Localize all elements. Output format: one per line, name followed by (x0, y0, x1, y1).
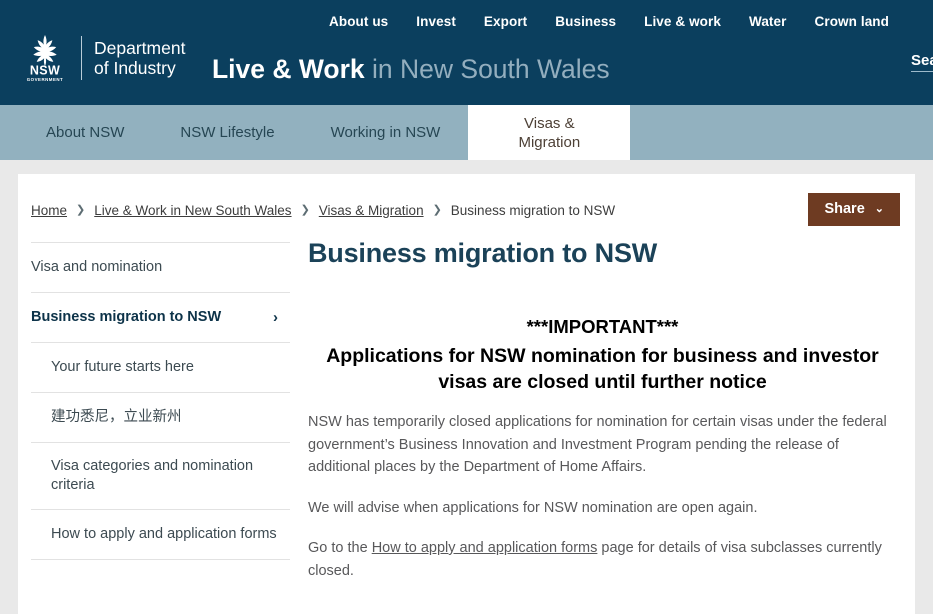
utility-nav-item-live-work[interactable]: Live & work (644, 14, 721, 29)
sidebar-item-visa-and-nomination[interactable]: Visa and nomination (31, 242, 290, 292)
sidebar-item-label: Visa and nomination (31, 259, 163, 275)
sidebar-item-chinese-page[interactable]: 建功悉尼，立业新州 (31, 392, 290, 442)
important-notice: ***IMPORTANT*** Applications for NSW nom… (308, 316, 897, 395)
sidebar-item-label: How to apply and application forms (51, 526, 277, 542)
content-card: Home ❯ Live & Work in New South Wales ❯ … (18, 174, 915, 614)
utility-nav-item-water[interactable]: Water (749, 14, 787, 29)
sidebar-item-label: 建功悉尼，立业新州 (51, 409, 182, 425)
sidebar-item-partial-cutoff[interactable] (31, 559, 290, 609)
share-button[interactable]: Share ⌄ (808, 193, 900, 226)
body-grid: Visa and nomination Business migration t… (18, 238, 915, 609)
how-to-apply-link[interactable]: How to apply and application forms (372, 540, 598, 556)
breadcrumb-item-visas-migration[interactable]: Visas & Migration (319, 203, 424, 218)
utility-nav: About us Invest Export Business Live & w… (329, 14, 889, 29)
chevron-down-icon: ⌄ (874, 202, 884, 215)
breadcrumb-separator-icon: ❯ (300, 204, 310, 216)
paragraph-advise: We will advise when applications for NSW… (308, 499, 758, 516)
nav-tab-working-in-nsw[interactable]: Working in NSW (303, 105, 469, 160)
chevron-right-icon: › (273, 309, 278, 326)
sidebar-item-label: Business migration to NSW (31, 309, 222, 325)
sidebar-item-how-to-apply-and-application-forms[interactable]: How to apply and application forms (31, 509, 290, 559)
sidebar-item-label: Visa categories and nomination criteria (51, 458, 254, 493)
breadcrumb-separator-icon: ❯ (76, 204, 86, 216)
utility-nav-item-about-us[interactable]: About us (329, 14, 388, 29)
site-header: About us Invest Export Business Live & w… (0, 0, 933, 103)
breadcrumb-separator-icon: ❯ (432, 204, 442, 216)
paragraph-go-to-prefix: Go to the (308, 540, 372, 556)
svg-text:NSW: NSW (30, 64, 60, 78)
site-title-light: in New South Wales (364, 54, 610, 84)
paragraph-closure-details: NSW has temporarily closed applications … (308, 414, 887, 475)
svg-text:GOVERNMENT: GOVERNMENT (27, 77, 63, 82)
nav-tab-about-nsw[interactable]: About NSW (18, 105, 152, 160)
utility-nav-item-invest[interactable]: Invest (416, 14, 456, 29)
nsw-waratah-logo-icon: NSW GOVERNMENT (27, 35, 63, 82)
sidebar-item-business-migration-to-nsw[interactable]: Business migration to NSW › (31, 292, 290, 342)
page-title: Business migration to NSW (308, 238, 658, 268)
sidebar-navigation: Visa and nomination Business migration t… (18, 242, 290, 609)
utility-nav-item-export[interactable]: Export (484, 14, 527, 29)
share-button-label: Share (824, 201, 865, 217)
breadcrumb-item-live-work[interactable]: Live & Work in New South Wales (94, 203, 291, 218)
sidebar-item-your-future-starts-here[interactable]: Your future starts here (31, 342, 290, 392)
notice-body: Applications for NSW nomination for busi… (326, 345, 879, 393)
breadcrumb-item-current: Business migration to NSW (450, 203, 616, 218)
nav-tab-nsw-lifestyle[interactable]: NSW Lifestyle (152, 105, 302, 160)
breadcrumb-item-home[interactable]: Home (31, 203, 67, 218)
utility-nav-item-crown-land[interactable]: Crown land (815, 14, 890, 29)
main-navigation: About NSW NSW Lifestyle Working in NSW V… (0, 103, 933, 160)
department-name: Department of Industry (94, 38, 186, 78)
paragraph-go-to-link: Go to the How to apply and application f… (308, 537, 897, 582)
search-link[interactable]: Search (911, 52, 933, 82)
sidebar-item-label: Your future starts here (51, 359, 194, 375)
main-content: Business migration to NSW ***IMPORTANT**… (290, 238, 915, 609)
notice-heading: ***IMPORTANT*** (526, 316, 679, 337)
search-label: Search (911, 52, 933, 72)
brand-divider (81, 36, 82, 80)
site-title-bold: Live & Work (212, 54, 365, 84)
utility-nav-item-business[interactable]: Business (555, 14, 616, 29)
breadcrumb: Home ❯ Live & Work in New South Wales ❯ … (31, 203, 615, 218)
brand-logo[interactable]: NSW GOVERNMENT Department of Industry (17, 33, 185, 83)
nav-tab-visas-migration[interactable]: Visas & Migration (468, 105, 631, 160)
site-title: Live & Work in New South Wales (212, 54, 610, 85)
sidebar-item-visa-categories-and-nomination-criteria[interactable]: Visa categories and nomination criteria (31, 442, 290, 509)
page-background: Home ❯ Live & Work in New South Wales ❯ … (0, 160, 933, 614)
